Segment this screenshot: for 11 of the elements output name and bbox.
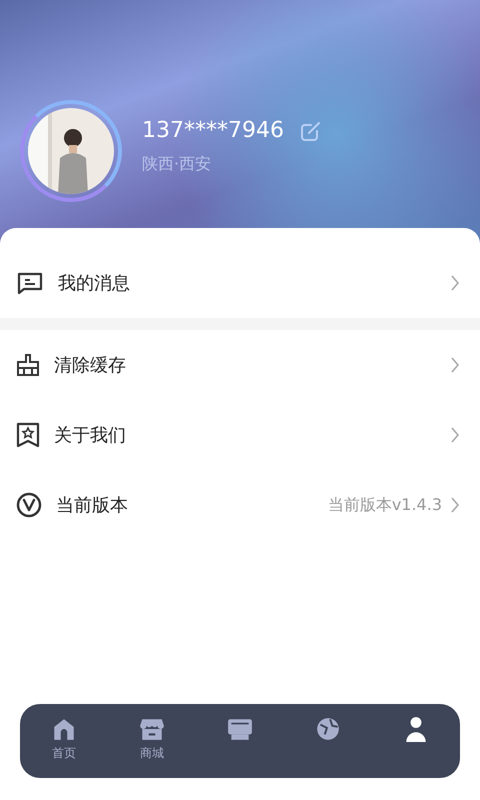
message-icon: [16, 271, 44, 295]
chevron-icon: [450, 426, 460, 444]
tab-item[interactable]: 首页: [20, 704, 108, 778]
chevron-icon: [450, 356, 460, 374]
tab-item[interactable]: 商城: [108, 704, 196, 778]
chevron-icon: [450, 496, 460, 514]
version-icon: [16, 492, 42, 518]
location-text: 陕西·西安: [142, 153, 212, 176]
phone-number: 137****7946: [142, 118, 284, 144]
star-badge-icon: [16, 422, 40, 448]
chevron-icon: [450, 274, 460, 292]
